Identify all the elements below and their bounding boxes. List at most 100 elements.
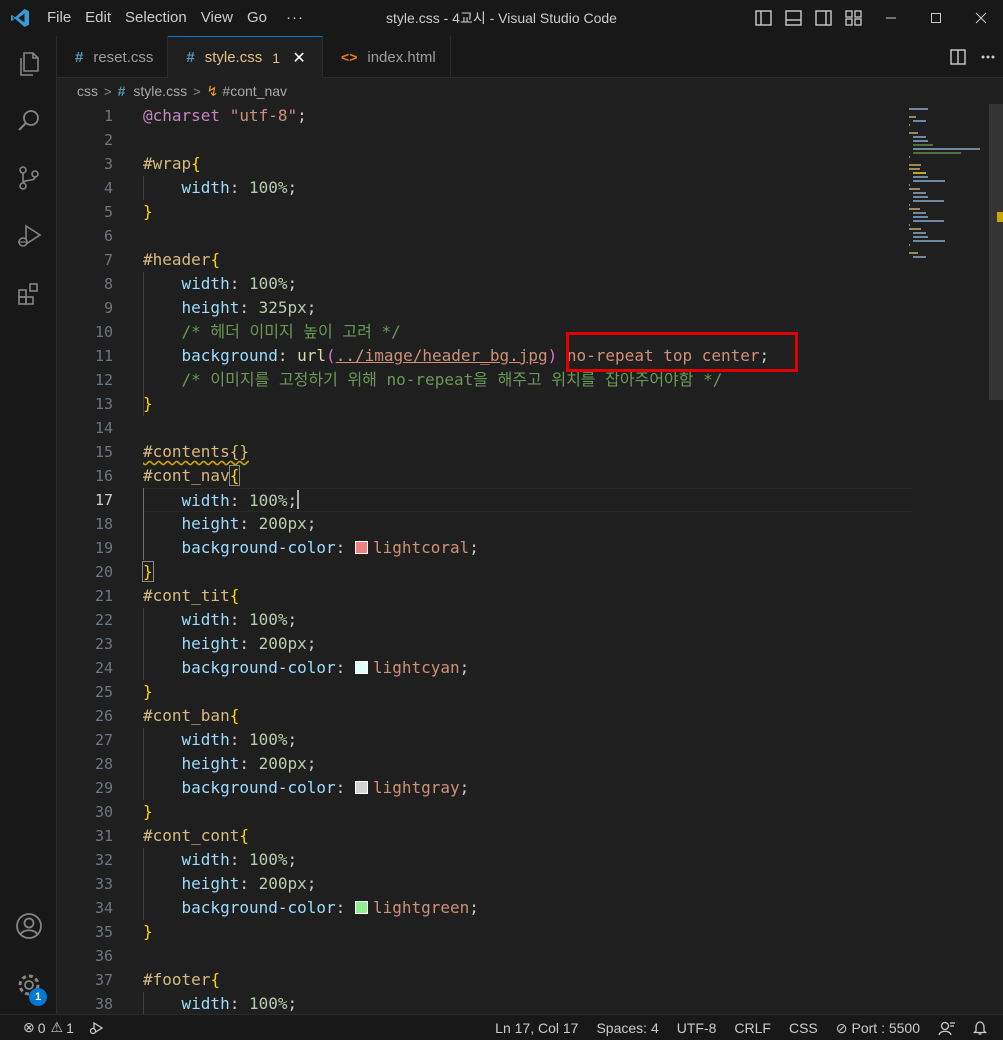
run-status-icon[interactable] (81, 1015, 111, 1040)
color-swatch[interactable] (354, 901, 368, 914)
menu-go[interactable]: Go (240, 0, 274, 36)
minimize-icon[interactable] (868, 0, 913, 36)
code-lines[interactable]: @charset "utf-8"; #wrap{ width: 100%;} #he… (142, 104, 913, 1014)
code-line[interactable]: height: 200px; (143, 752, 913, 776)
tab-index-html[interactable]: <> index.html (323, 36, 451, 78)
code-line[interactable]: height: 200px; (143, 872, 913, 896)
line-number: 21 (94, 587, 113, 605)
code-line[interactable]: @charset "utf-8"; (143, 104, 913, 128)
line-number: 12 (94, 371, 113, 389)
code-line[interactable]: #footer{ (143, 968, 913, 992)
code-line[interactable] (143, 944, 913, 968)
code-line[interactable]: } (143, 200, 913, 224)
color-swatch[interactable] (354, 661, 368, 674)
split-editor-icon[interactable] (943, 36, 973, 78)
code-line[interactable]: background-color: lightgray; (143, 776, 913, 800)
code-line[interactable]: #contents{} (143, 440, 913, 464)
code-line[interactable]: #cont_cont{ (143, 824, 913, 848)
extensions-icon[interactable] (0, 270, 57, 318)
code-line[interactable]: background-color: lightgreen; (143, 896, 913, 920)
close-window-icon[interactable] (958, 0, 1003, 36)
search-icon[interactable] (0, 97, 57, 145)
cursor-position[interactable]: Ln 17, Col 17 (488, 1015, 585, 1040)
code-line[interactable]: width: 100%; (143, 176, 913, 200)
problems-status[interactable]: ⊗ 0 ⚠ 1 (16, 1015, 81, 1040)
manage-gear-icon[interactable]: 1 (0, 961, 57, 1009)
code-line[interactable]: } (142, 560, 913, 584)
code-line[interactable]: height: 200px; (143, 632, 913, 656)
notifications-bell-icon[interactable] (965, 1015, 995, 1040)
tab-label: style.css (204, 49, 263, 66)
tab-bar: # reset.css # style.css 1 ✕ <> index.htm… (57, 36, 1003, 78)
minimap-line (909, 188, 920, 190)
code-line[interactable] (143, 224, 913, 248)
accounts-icon[interactable] (0, 902, 57, 950)
color-swatch[interactable] (354, 781, 368, 794)
maximize-icon[interactable] (913, 0, 958, 36)
title-bar: File Edit Selection View Go ··· style.cs… (0, 0, 1003, 36)
minimap-line (913, 220, 944, 222)
breadcrumb-file[interactable]: style.css (133, 83, 187, 99)
code-line[interactable]: } (143, 392, 913, 416)
code-line[interactable]: height: 200px; (143, 512, 913, 536)
source-control-icon[interactable] (0, 154, 57, 202)
code-line[interactable] (143, 416, 913, 440)
line-number: 19 (94, 539, 113, 557)
feedback-icon[interactable] (931, 1015, 963, 1040)
close-tab-icon[interactable]: ✕ (290, 48, 308, 68)
code-line[interactable]: #cont_nav{ (143, 464, 913, 488)
code-line[interactable] (143, 128, 913, 152)
code-line[interactable]: } (143, 800, 913, 824)
minimap-line (909, 156, 911, 158)
code-line[interactable]: background-color: lightcyan; (143, 656, 913, 680)
menu-selection[interactable]: Selection (118, 0, 194, 36)
toggle-secondary-sidebar-icon[interactable] (808, 0, 838, 36)
code-line[interactable]: width: 100%; (143, 272, 913, 296)
chevron-right-icon: > (104, 83, 112, 99)
tab-style-css[interactable]: # style.css 1 ✕ (168, 36, 324, 78)
code-line[interactable]: width: 100%; (143, 608, 913, 632)
html-icon: <> (341, 49, 358, 65)
minimap-line (909, 124, 911, 126)
indentation-status[interactable]: Spaces: 4 (589, 1015, 665, 1040)
code-line[interactable]: #header{ (143, 248, 913, 272)
code-line[interactable]: } (143, 920, 913, 944)
code-line[interactable]: height: 325px; (143, 296, 913, 320)
code-line[interactable]: width: 100%; (143, 728, 913, 752)
breadcrumb-symbol[interactable]: #cont_nav (222, 83, 287, 99)
more-actions-icon[interactable] (973, 36, 1003, 78)
text-cursor (297, 490, 300, 509)
toggle-panel-icon[interactable] (778, 0, 808, 36)
vertical-scrollbar[interactable] (989, 104, 1003, 1014)
menu-edit[interactable]: Edit (78, 0, 118, 36)
code-line[interactable]: #wrap{ (143, 152, 913, 176)
customize-layout-icon[interactable] (838, 0, 868, 36)
code-line[interactable]: width: 100%; (143, 488, 913, 512)
explorer-icon[interactable] (0, 40, 57, 88)
live-server-status[interactable]: ⊘ Port : 5500 (829, 1015, 927, 1040)
eol-status[interactable]: CRLF (727, 1015, 778, 1040)
tab-reset-css[interactable]: # reset.css (57, 36, 169, 78)
code-line[interactable]: width: 100%; (143, 848, 913, 872)
scroll-thumb[interactable] (989, 104, 1003, 400)
minimap-line (913, 236, 929, 238)
code-line[interactable]: #cont_tit{ (143, 584, 913, 608)
minimap[interactable] (905, 104, 989, 274)
menu-more[interactable]: ··· (274, 0, 316, 36)
code-line[interactable]: } (143, 680, 913, 704)
toggle-primary-sidebar-icon[interactable] (748, 0, 778, 36)
line-number: 9 (103, 299, 113, 317)
menu-file[interactable]: File (40, 0, 78, 36)
code-editor[interactable]: 1 2 3 4 5 6 7 8 9 10 11 12 13 14 15 16 17 18 19 20 21 22 23 24 2… (57, 104, 1003, 1014)
code-line[interactable]: #cont_ban{ (143, 704, 913, 728)
color-swatch[interactable] (354, 541, 368, 554)
code-line[interactable]: width: 100%; (143, 992, 913, 1014)
run-debug-icon[interactable] (0, 212, 57, 260)
language-mode[interactable]: CSS (782, 1015, 825, 1040)
code-line[interactable]: background-color: lightcoral; (143, 536, 913, 560)
minimap-line (913, 240, 945, 242)
line-number: 18 (94, 515, 113, 533)
breadcrumb-folder[interactable]: css (77, 83, 98, 99)
encoding-status[interactable]: UTF-8 (670, 1015, 724, 1040)
menu-view[interactable]: View (194, 0, 240, 36)
